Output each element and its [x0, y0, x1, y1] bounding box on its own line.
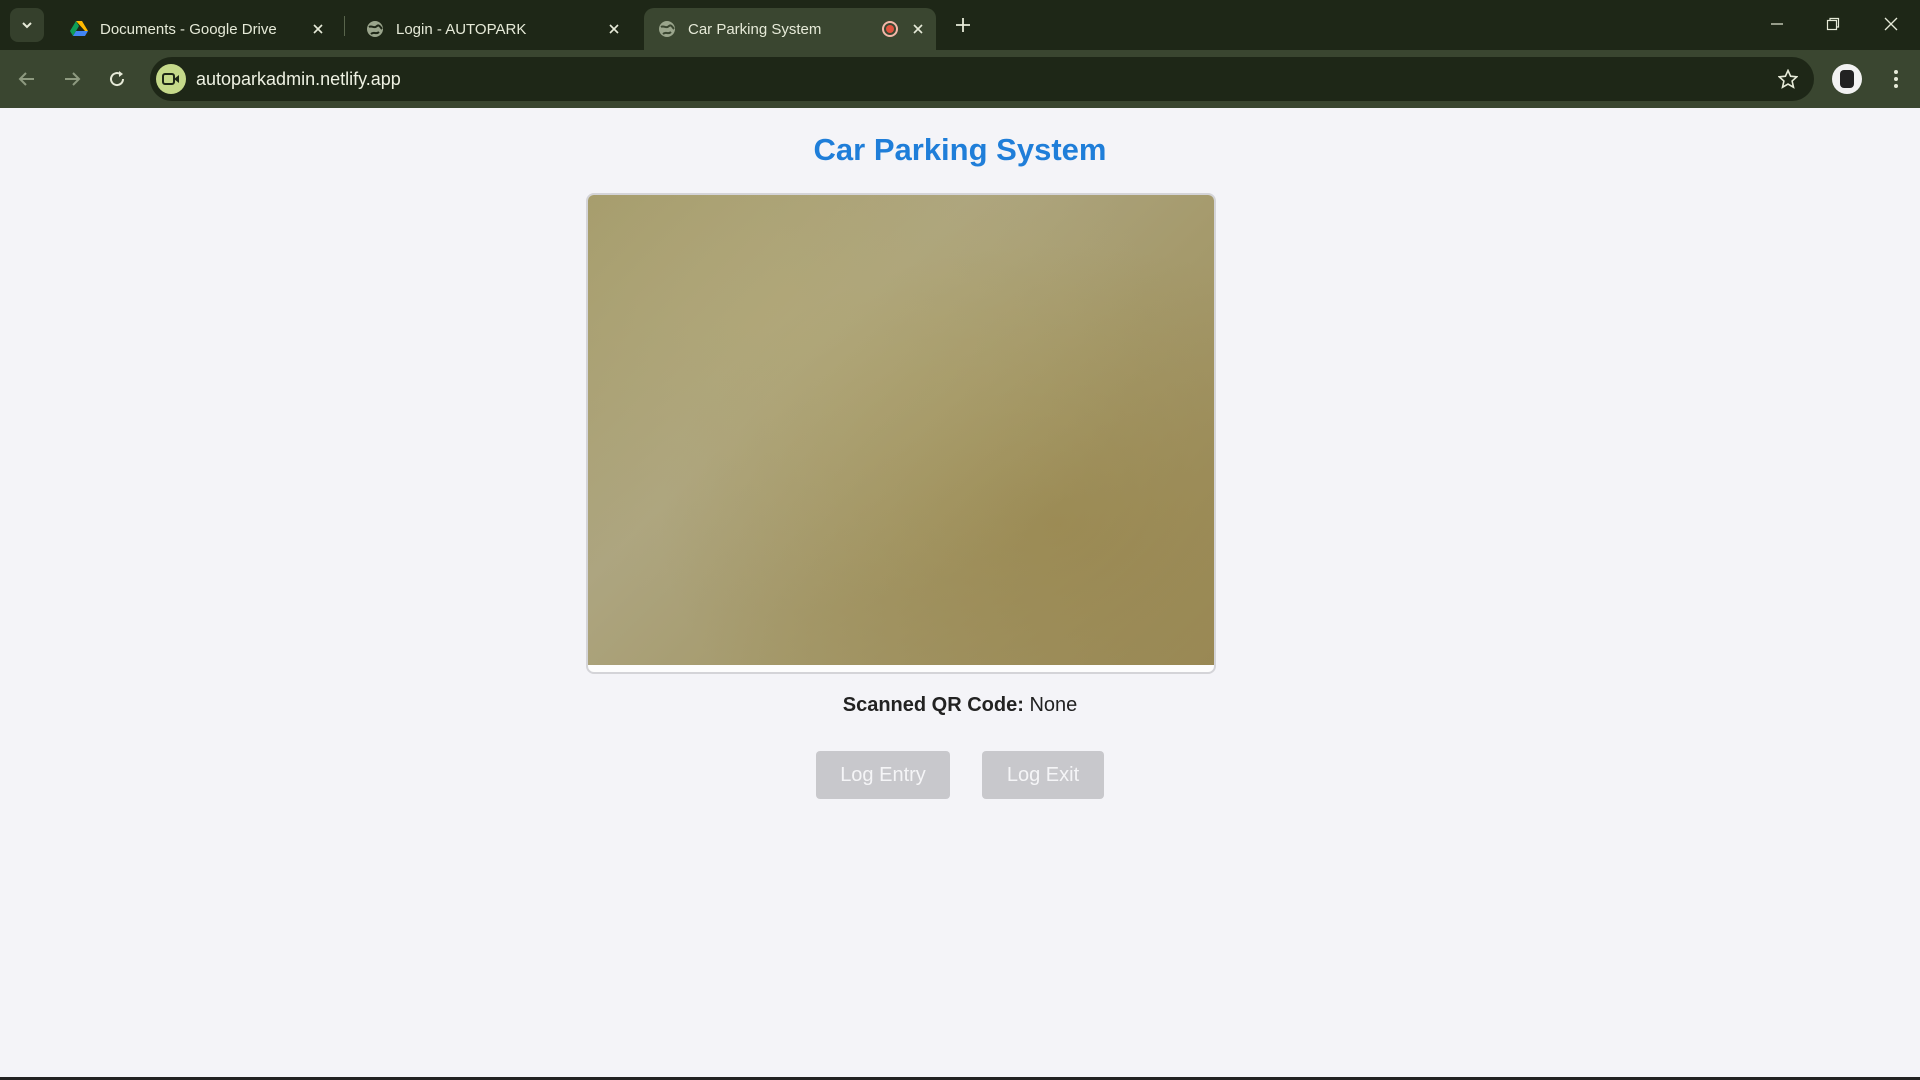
globe-icon	[366, 20, 384, 38]
camera-preview	[586, 193, 1216, 674]
camera-in-use-icon[interactable]	[156, 64, 186, 94]
minimize-button[interactable]	[1754, 6, 1800, 42]
url-text[interactable]: autoparkadmin.netlify.app	[196, 69, 401, 90]
log-entry-button[interactable]: Log Entry	[816, 751, 950, 799]
close-icon	[1884, 17, 1898, 31]
close-icon[interactable]	[906, 17, 930, 41]
profile-avatar[interactable]	[1832, 64, 1862, 94]
more-vertical-icon	[1894, 70, 1898, 88]
back-button[interactable]	[9, 61, 45, 97]
plus-icon	[956, 18, 970, 32]
reload-icon	[110, 71, 125, 87]
globe-icon	[658, 20, 676, 38]
bookmark-star-icon[interactable]	[1774, 65, 1802, 93]
chevron-down-icon	[22, 22, 32, 29]
new-tab-button[interactable]	[948, 10, 978, 40]
tab-separator	[344, 16, 345, 36]
tab-strip: Documents - Google Drive Login - AUTOPAR…	[0, 0, 1920, 50]
scanned-qr-label: Scanned QR Code:	[842, 694, 1024, 716]
close-icon[interactable]	[306, 17, 330, 41]
arrow-left-icon	[18, 72, 34, 86]
recording-icon	[878, 17, 902, 41]
minimize-icon	[1771, 23, 1783, 25]
arrow-right-icon	[65, 72, 81, 86]
close-window-button[interactable]	[1868, 6, 1914, 42]
tab-google-drive[interactable]: Documents - Google Drive	[56, 8, 336, 50]
address-bar[interactable]: autoparkadmin.netlify.app	[150, 57, 1814, 101]
tab-title: Car Parking System	[688, 20, 822, 38]
reload-button[interactable]	[99, 61, 135, 97]
forward-button[interactable]	[54, 61, 90, 97]
tab-title: Login - AUTOPARK	[396, 20, 527, 38]
restore-icon	[1826, 17, 1840, 31]
scanned-qr-status: Scanned QR Code: None	[0, 694, 1920, 717]
tab-search-button[interactable]	[10, 8, 44, 42]
page-title: Car Parking System	[813, 132, 1107, 167]
google-drive-icon	[70, 20, 88, 38]
tab-title: Documents - Google Drive	[100, 20, 277, 38]
log-exit-button[interactable]: Log Exit	[982, 751, 1104, 799]
tab-login-autopark[interactable]: Login - AUTOPARK	[352, 8, 632, 50]
scanned-qr-value: None	[1029, 694, 1078, 716]
browser-toolbar: autoparkadmin.netlify.app	[0, 50, 1920, 108]
close-icon[interactable]	[602, 17, 626, 41]
tab-car-parking-system[interactable]: Car Parking System	[644, 8, 936, 50]
browser-menu-button[interactable]	[1878, 61, 1914, 97]
restore-button[interactable]	[1810, 6, 1856, 42]
camera-video-feed	[588, 195, 1214, 665]
